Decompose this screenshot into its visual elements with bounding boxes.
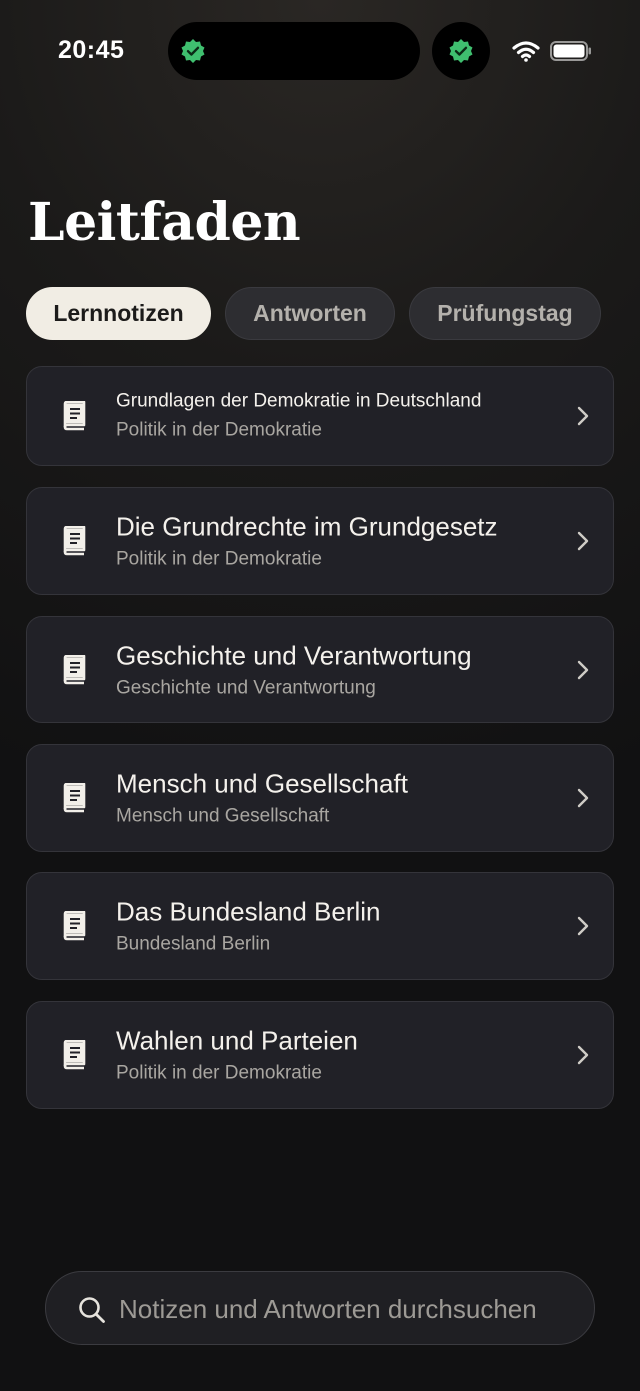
status-time: 20:45	[58, 36, 125, 64]
note-title: Geschichte und Verantwortung	[116, 639, 472, 670]
book-icon	[63, 911, 86, 941]
dynamic-island-secondary	[432, 22, 490, 80]
verified-badge-icon	[449, 39, 473, 63]
chevron-right-icon	[577, 916, 589, 936]
search-input[interactable]	[119, 1284, 589, 1334]
note-subtitle: Politik in der Demokratie	[116, 1062, 322, 1084]
note-title: Das Bundesland Berlin	[116, 896, 381, 927]
chevron-right-icon	[577, 660, 589, 679]
tab-antworten[interactable]: Antworten	[225, 287, 395, 340]
book-icon	[63, 526, 86, 556]
book-icon	[63, 654, 86, 684]
book-icon	[63, 783, 86, 813]
verified-badge-icon	[181, 39, 205, 63]
note-title: Wahlen und Parteien	[116, 1025, 358, 1056]
note-subtitle: Bundesland Berlin	[116, 933, 271, 955]
note-card-berlin[interactable]: Das Bundesland Berlin Bundesland Berlin	[26, 872, 614, 980]
dynamic-island	[168, 22, 420, 80]
book-icon	[63, 1040, 86, 1070]
note-card-wahlen[interactable]: Wahlen und Parteien Politik in der Demok…	[26, 1001, 614, 1109]
note-title: Die Grundrechte im Grundgesetz	[116, 511, 498, 542]
chevron-right-icon	[577, 406, 589, 426]
note-subtitle: Politik in der Demokratie	[116, 548, 322, 570]
search-icon	[79, 1297, 105, 1323]
book-icon	[63, 401, 86, 431]
wifi-icon	[512, 41, 540, 62]
chevron-right-icon	[577, 788, 589, 808]
page-title: Leitfaden	[28, 192, 301, 253]
note-subtitle: Politik in der Demokratie	[116, 419, 322, 441]
note-card-grundrechte[interactable]: Die Grundrechte im Grundgesetz Politik i…	[26, 487, 614, 595]
note-card-grundlagen[interactable]: Grundlagen der Demokratie in Deutschland…	[26, 366, 614, 466]
segmented-tabs: Lernnotizen Antworten Prüfungstag	[26, 287, 601, 340]
note-card-gesellschaft[interactable]: Mensch und Gesellschaft Mensch und Gesel…	[26, 744, 614, 852]
battery-icon	[550, 41, 591, 61]
status-bar: 20:45	[0, 0, 640, 100]
note-card-geschichte[interactable]: Geschichte und Verantwortung Geschichte …	[26, 616, 614, 723]
note-subtitle: Mensch und Gesellschaft	[116, 805, 330, 827]
note-subtitle: Geschichte und Verantwortung	[116, 677, 376, 699]
chevron-right-icon	[577, 531, 589, 551]
note-title: Mensch und Gesellschaft	[116, 768, 408, 799]
tab-pruefungstag[interactable]: Prüfungstag	[409, 287, 601, 340]
note-title: Grundlagen der Demokratie in Deutschland	[116, 390, 482, 412]
chevron-right-icon	[577, 1045, 589, 1065]
tab-lernnotizen[interactable]: Lernnotizen	[26, 287, 211, 340]
search-bar[interactable]	[45, 1271, 595, 1345]
